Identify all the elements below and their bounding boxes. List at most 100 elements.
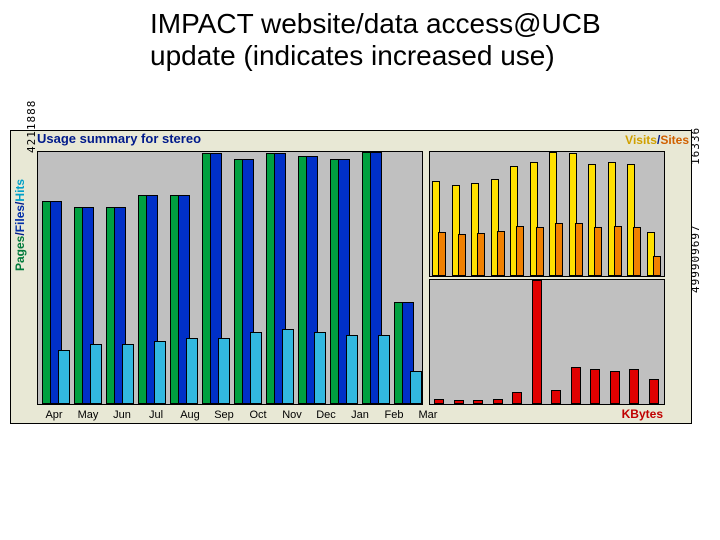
bar-group <box>547 152 567 276</box>
bar <box>594 227 602 276</box>
bar <box>590 369 600 404</box>
legend-files: Files <box>13 205 27 232</box>
bar <box>649 379 659 404</box>
bar <box>551 390 561 404</box>
bar <box>512 392 522 404</box>
bar <box>516 226 524 276</box>
bar <box>629 369 639 404</box>
bar <box>571 367 581 404</box>
bar <box>250 332 262 404</box>
bar-group <box>625 152 645 276</box>
bar-group <box>166 152 198 404</box>
bar-group <box>489 152 509 276</box>
bar-group <box>528 280 548 404</box>
bar-group <box>645 152 665 276</box>
bar <box>454 400 464 404</box>
chart-title: Usage summary for stereo <box>37 131 665 151</box>
x-tick: Sep <box>207 409 241 421</box>
bar-group <box>547 280 567 404</box>
x-tick: Feb <box>377 409 411 421</box>
x-tick: Jan <box>343 409 377 421</box>
bar-group <box>430 280 450 404</box>
x-axis: AprMayJunJulAugSepOctNovDecJanFebMar <box>37 409 445 421</box>
x-tick: Aug <box>173 409 207 421</box>
bar <box>218 338 230 404</box>
bar <box>434 399 444 404</box>
bar-group <box>430 152 450 276</box>
x-tick: Dec <box>309 409 343 421</box>
slide-title: IMPACT website/data access@UCB update (i… <box>150 8 660 72</box>
bar <box>633 227 641 276</box>
bar-group <box>489 280 509 404</box>
bar-group <box>198 152 230 404</box>
bar <box>410 371 422 404</box>
legend-kbytes: KBytes <box>622 407 663 421</box>
legend-visits: Visits <box>625 133 657 147</box>
x-tick: Mar <box>411 409 445 421</box>
bar <box>378 335 390 404</box>
bar-group <box>586 152 606 276</box>
bar <box>536 227 544 276</box>
legend-pages: Pages <box>13 236 27 271</box>
bar-group <box>469 152 489 276</box>
x-tick: May <box>71 409 105 421</box>
bar-group <box>326 152 358 404</box>
bar <box>186 338 198 404</box>
bar-group <box>70 152 102 404</box>
bar <box>58 350 70 404</box>
bar-group <box>102 152 134 404</box>
bar-group <box>508 152 528 276</box>
bar-group <box>606 280 626 404</box>
x-tick: Jul <box>139 409 173 421</box>
right-bottom-plot <box>429 279 665 405</box>
bar <box>438 232 446 276</box>
y-max-right-bottom: 499909697 <box>689 281 702 293</box>
usage-chart: Usage summary for stereo Visits/Sites Pa… <box>10 130 692 424</box>
legend-hits: Hits <box>13 179 27 202</box>
bar <box>555 223 563 276</box>
legend-visits-sites: Visits/Sites <box>625 133 689 147</box>
bar <box>532 280 542 404</box>
bar <box>653 256 661 276</box>
bar-group <box>528 152 548 276</box>
bar-group <box>586 280 606 404</box>
bar-group <box>134 152 166 404</box>
right-top-plot <box>429 151 665 277</box>
x-tick: Apr <box>37 409 71 421</box>
bar-group <box>606 152 626 276</box>
bar <box>497 231 505 276</box>
bar-group <box>645 280 665 404</box>
bar-group <box>358 152 390 404</box>
bar <box>282 329 294 404</box>
bar-group <box>567 280 587 404</box>
left-plot <box>37 151 423 405</box>
bar <box>473 400 483 404</box>
legend-sites: Sites <box>660 133 689 147</box>
bar <box>154 341 166 404</box>
bar-group <box>508 280 528 404</box>
bar <box>575 223 583 276</box>
bar <box>610 371 620 404</box>
bar-group <box>567 152 587 276</box>
bar-group <box>294 152 326 404</box>
bar-group <box>230 152 262 404</box>
x-tick: Oct <box>241 409 275 421</box>
bar-group <box>625 280 645 404</box>
bar <box>122 344 134 404</box>
bar <box>493 399 503 404</box>
bar-group <box>262 152 294 404</box>
bar-group <box>450 152 470 276</box>
bar <box>90 344 102 404</box>
bar-group <box>390 152 422 404</box>
bar <box>458 234 466 277</box>
y-max-right-top: 16336 <box>689 153 702 165</box>
bar-group <box>450 280 470 404</box>
bar <box>614 226 622 276</box>
bar <box>477 233 485 276</box>
bar <box>314 332 326 404</box>
bar <box>346 335 358 404</box>
x-tick: Nov <box>275 409 309 421</box>
x-tick: Jun <box>105 409 139 421</box>
bar-group <box>38 152 70 404</box>
bar-group <box>469 280 489 404</box>
